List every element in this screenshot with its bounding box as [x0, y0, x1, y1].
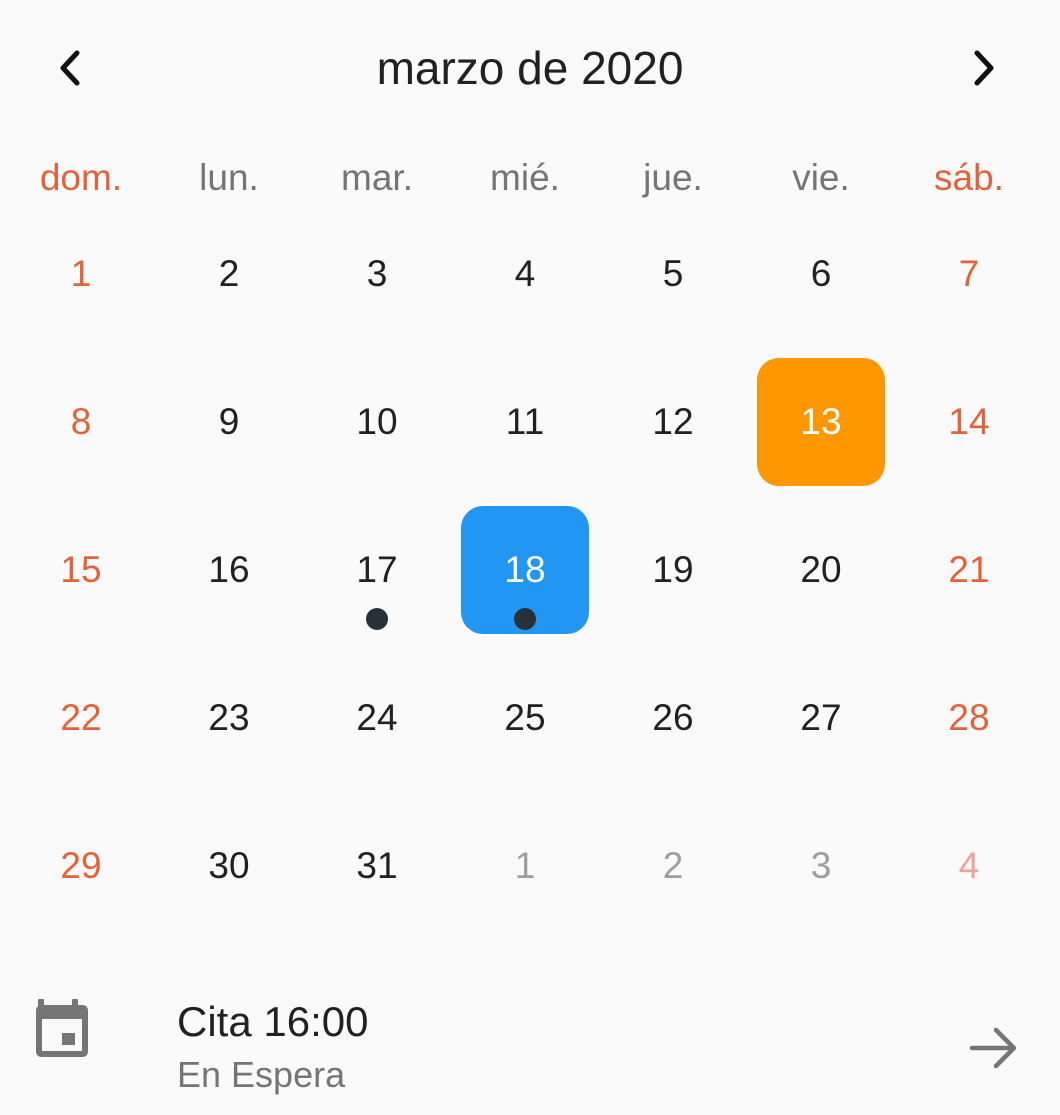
day-number: 1 — [70, 253, 92, 294]
day-number: 13 — [800, 401, 842, 442]
day-cell[interactable]: 30 — [155, 792, 303, 940]
day-number: 20 — [800, 549, 842, 590]
day-cell[interactable]: 14 — [895, 348, 1043, 496]
day-cell[interactable]: 21 — [895, 496, 1043, 644]
day-number: 15 — [60, 549, 102, 590]
weekday-label: lun. — [199, 157, 259, 198]
day-number: 7 — [958, 253, 980, 294]
day-cell[interactable]: 3 — [303, 200, 451, 348]
day-number: 16 — [208, 549, 250, 590]
day-cell[interactable]: 1 — [7, 200, 155, 348]
day-cell[interactable]: 29 — [7, 792, 155, 940]
day-cell[interactable]: 24 — [303, 644, 451, 792]
calendar-icon — [36, 999, 88, 1057]
day-number: 11 — [505, 401, 545, 442]
weekday-label: mar. — [341, 157, 413, 198]
day-number: 27 — [800, 697, 842, 738]
day-number: 14 — [948, 401, 990, 442]
day-number: 4 — [958, 845, 980, 886]
day-cell[interactable]: 25 — [451, 644, 599, 792]
day-cell[interactable]: 23 — [155, 644, 303, 792]
day-cell[interactable]: 6 — [747, 200, 895, 348]
day-cell[interactable]: 28 — [895, 644, 1043, 792]
day-number: 10 — [356, 401, 398, 442]
day-cell[interactable]: 19 — [599, 496, 747, 644]
weekday-label: jue. — [643, 157, 703, 198]
day-cell[interactable]: 26 — [599, 644, 747, 792]
day-number: 5 — [662, 253, 684, 294]
day-number: 28 — [948, 697, 990, 738]
weekday-label: sáb. — [934, 157, 1004, 198]
day-cell-today[interactable]: 13 — [747, 348, 895, 496]
weekday-label: dom. — [39, 157, 123, 198]
day-number: 9 — [218, 401, 240, 442]
day-number: 23 — [208, 697, 250, 738]
month-title: marzo de 2020 — [376, 42, 684, 94]
day-number: 8 — [70, 401, 92, 442]
event-marker-dot — [366, 608, 388, 630]
chevron-right-icon — [974, 50, 994, 86]
event-title: Cita 16:00 — [177, 998, 369, 1045]
day-number: 31 — [356, 845, 398, 886]
day-number: 6 — [810, 253, 832, 294]
day-cell-next-month[interactable]: 4 — [895, 792, 1043, 940]
calendar-screen: marzo de 2020 dom. lun. mar. mié. jue. vie. sá… — [0, 0, 1060, 1115]
day-cell[interactable]: 11 — [451, 348, 599, 496]
day-cell-next-month[interactable]: 3 — [747, 792, 895, 940]
day-number: 24 — [356, 697, 398, 738]
day-cell[interactable]: 5 — [599, 200, 747, 348]
day-number: 18 — [504, 549, 546, 590]
day-cell[interactable]: 22 — [7, 644, 155, 792]
day-cell[interactable]: 2 — [155, 200, 303, 348]
day-number: 3 — [366, 253, 388, 294]
day-number: 30 — [208, 845, 250, 886]
day-cell-selected[interactable]: 18 — [451, 496, 599, 644]
day-number: 3 — [810, 845, 832, 886]
day-number: 17 — [356, 549, 398, 590]
day-cell[interactable]: 8 — [7, 348, 155, 496]
day-cell[interactable]: 12 — [599, 348, 747, 496]
event-status: En Espera — [177, 1054, 346, 1095]
weekday-label: mié. — [490, 157, 560, 198]
day-cell[interactable]: 4 — [451, 200, 599, 348]
day-cell[interactable]: 31 — [303, 792, 451, 940]
event-list-item[interactable]: Cita 16:00 En Espera — [0, 975, 1060, 1115]
day-cell[interactable]: 17 — [303, 496, 451, 644]
day-number: 26 — [652, 697, 694, 738]
day-cell[interactable]: 27 — [747, 644, 895, 792]
day-cell[interactable]: 16 — [155, 496, 303, 644]
weekday-header-row: dom. lun. mar. mié. jue. vie. sáb. — [7, 150, 1043, 206]
day-number: 29 — [60, 845, 102, 886]
day-cell[interactable]: 7 — [895, 200, 1043, 348]
event-marker-dot — [514, 608, 536, 630]
day-cell[interactable]: 20 — [747, 496, 895, 644]
day-number: 12 — [652, 401, 694, 442]
day-number: 2 — [218, 253, 240, 294]
arrow-right-icon[interactable] — [966, 1023, 1022, 1073]
day-number: 21 — [948, 549, 990, 590]
day-number: 25 — [504, 697, 546, 738]
day-number: 22 — [60, 697, 102, 738]
day-grid: 1 2 3 4 5 6 7 8 9 10 11 12 13 14 15 16 17 18 19 20 21 22 23 24 2… — [7, 200, 1043, 940]
day-cell[interactable]: 9 — [155, 348, 303, 496]
calendar-header: marzo de 2020 — [0, 20, 1060, 120]
day-number: 4 — [514, 253, 536, 294]
day-number: 1 — [514, 845, 536, 886]
day-cell[interactable]: 15 — [7, 496, 155, 644]
day-cell-next-month[interactable]: 1 — [451, 792, 599, 940]
day-number: 19 — [652, 549, 694, 590]
next-month-button[interactable] — [952, 36, 1016, 100]
weekday-label: vie. — [792, 157, 850, 198]
day-number: 2 — [662, 845, 684, 886]
day-cell[interactable]: 10 — [303, 348, 451, 496]
day-cell-next-month[interactable]: 2 — [599, 792, 747, 940]
